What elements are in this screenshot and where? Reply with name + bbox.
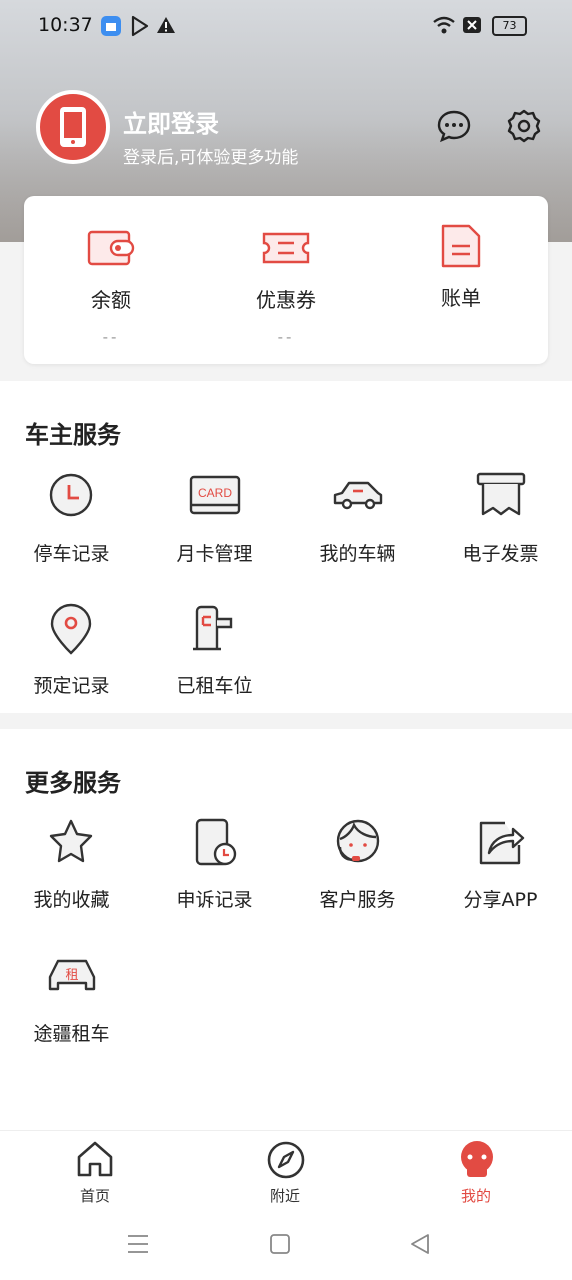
service-label: 途疆租车 <box>33 1023 110 1045</box>
coupon-value: -- <box>277 328 295 346</box>
tab-label: 附近 <box>269 1187 300 1205</box>
balance-label: 余额 <box>91 288 131 312</box>
status-bar: 10:37 73 <box>0 0 572 52</box>
bill-item[interactable]: 账单 <box>374 196 548 364</box>
tab-profile[interactable]: 我的 <box>381 1131 571 1215</box>
service-label: 我的车辆 <box>319 543 396 565</box>
wifi-icon <box>433 16 455 34</box>
balance-value: -- <box>102 328 120 346</box>
service-monthly-card[interactable]: CARD 月卡管理 <box>143 471 286 591</box>
sim-blocked-icon <box>463 17 481 33</box>
tab-label: 首页 <box>79 1187 110 1205</box>
login-title[interactable]: 立即登录 <box>123 104 219 139</box>
wallet-icon <box>87 230 135 266</box>
service-e-invoice[interactable]: 电子发票 <box>429 471 572 591</box>
invoice-icon <box>476 472 526 516</box>
service-label: 申诉记录 <box>176 889 253 911</box>
location-pin-icon <box>50 603 92 655</box>
avatar[interactable] <box>36 90 110 164</box>
service-favorites[interactable]: 我的收藏 <box>0 817 143 937</box>
bottom-tabbar: 首页 附近 我的 <box>0 1130 572 1215</box>
balance-item[interactable]: 余额 -- <box>24 196 198 364</box>
more-services-section: 更多服务 我的收藏 申诉记录 客户服务 分享APP 租 途疆租车 <box>0 729 572 1130</box>
service-appeal-records[interactable]: 申诉记录 <box>143 817 286 937</box>
tab-nearby[interactable]: 附近 <box>190 1131 380 1215</box>
service-car-rental[interactable]: 租 途疆租车 <box>0 951 143 1071</box>
more-services-title: 更多服务 <box>25 769 121 797</box>
car-icon <box>333 481 383 510</box>
appeal-icon <box>195 818 237 866</box>
clock-icon <box>49 473 93 517</box>
service-customer-support[interactable]: 客户服务 <box>286 817 429 937</box>
owner-services-title: 车主服务 <box>25 421 121 449</box>
bill-icon <box>441 224 481 268</box>
service-my-vehicles[interactable]: 我的车辆 <box>286 471 429 591</box>
service-booking-records[interactable]: 预定记录 <box>0 603 143 723</box>
parking-gate-icon <box>193 605 233 651</box>
tab-label: 我的 <box>460 1187 491 1205</box>
account-card: 余额 -- 优惠券 -- 账单 <box>24 196 548 364</box>
tab-home[interactable]: 首页 <box>0 1131 190 1215</box>
service-label: 我的收藏 <box>33 889 110 911</box>
service-label: 分享APP <box>463 889 538 911</box>
share-icon <box>479 821 525 865</box>
gear-icon[interactable] <box>506 108 542 144</box>
login-subtitle: 登录后,可体验更多功能 <box>123 148 299 168</box>
profile-icon <box>461 1141 493 1177</box>
system-nav-bar <box>0 1214 572 1280</box>
card-text: CARD <box>198 486 232 500</box>
app-notification-icon <box>101 16 121 36</box>
service-label: 客户服务 <box>319 889 396 911</box>
service-label: 已租车位 <box>176 675 253 697</box>
service-label: 预定记录 <box>33 675 110 697</box>
status-time: 10:37 <box>38 14 93 36</box>
rent-badge-text: 租 <box>65 968 78 983</box>
service-parking-records[interactable]: 停车记录 <box>0 471 143 591</box>
service-label: 月卡管理 <box>176 543 253 565</box>
coupon-label: 优惠券 <box>256 288 316 312</box>
service-label: 停车记录 <box>33 543 110 565</box>
rent-car-icon: 租 <box>48 959 96 991</box>
star-icon <box>49 819 93 863</box>
service-label: 电子发票 <box>462 543 539 565</box>
bill-label: 账单 <box>441 286 481 310</box>
warning-icon <box>157 17 175 33</box>
card-icon: CARD <box>189 475 241 515</box>
back-nav-icon[interactable] <box>409 1233 431 1255</box>
coupon-icon <box>262 232 310 264</box>
home-icon <box>77 1141 113 1177</box>
owner-services-section: 车主服务 停车记录 CARD 月卡管理 我的车辆 电子发票 预定记录 已租车位 <box>0 381 572 713</box>
coupon-item[interactable]: 优惠券 -- <box>199 196 373 364</box>
recent-apps-icon[interactable] <box>127 1233 149 1255</box>
home-nav-icon[interactable] <box>269 1233 291 1255</box>
phone-icon <box>60 107 86 147</box>
customer-service-icon <box>336 819 380 863</box>
service-share-app[interactable]: 分享APP <box>429 817 572 937</box>
play-store-icon <box>131 15 149 37</box>
compass-icon <box>267 1141 305 1179</box>
message-icon[interactable] <box>436 108 472 144</box>
service-rented-spaces[interactable]: 已租车位 <box>143 603 286 723</box>
battery-indicator: 73 <box>492 16 527 36</box>
